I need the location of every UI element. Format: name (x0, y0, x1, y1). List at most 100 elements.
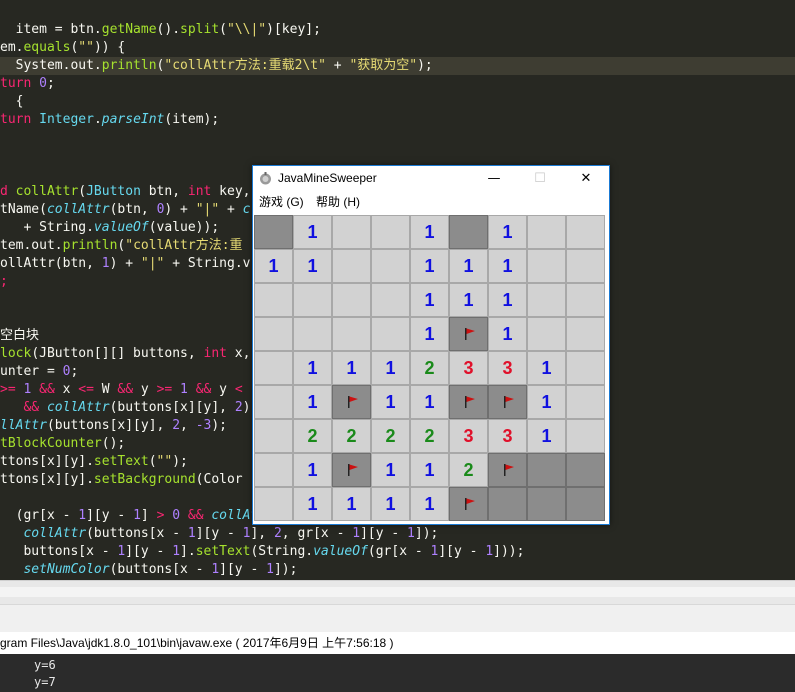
flag-icon (465, 498, 475, 510)
cell-empty[interactable] (293, 283, 332, 317)
cell-number[interactable]: 1 (293, 249, 332, 283)
cell-empty[interactable] (566, 317, 605, 351)
cell-closed[interactable] (254, 215, 293, 249)
cell-number[interactable]: 1 (371, 351, 410, 385)
cell-number[interactable]: 1 (293, 487, 332, 521)
horizontal-scrollbar[interactable] (0, 580, 795, 605)
window-titlebar[interactable]: JavaMineSweeper — ☐ ✕ (253, 166, 609, 191)
cell-number[interactable]: 1 (527, 385, 566, 419)
cell-number[interactable]: 2 (410, 351, 449, 385)
cell-flagged[interactable] (332, 385, 371, 419)
cell-empty[interactable] (254, 317, 293, 351)
cell-flagged[interactable] (449, 385, 488, 419)
code-line: ttons[x][y].setBackground(Color (0, 472, 243, 487)
cell-closed[interactable] (527, 453, 566, 487)
cell-number[interactable]: 2 (410, 419, 449, 453)
cell-number[interactable]: 1 (254, 249, 293, 283)
cell-empty[interactable] (566, 351, 605, 385)
minimize-button[interactable]: — (471, 166, 517, 191)
cell-number[interactable]: 1 (371, 385, 410, 419)
cell-empty[interactable] (566, 215, 605, 249)
cell-empty[interactable] (371, 317, 410, 351)
cell-empty[interactable] (527, 215, 566, 249)
cell-number[interactable]: 3 (488, 351, 527, 385)
cell-number[interactable]: 1 (527, 419, 566, 453)
cell-number[interactable]: 1 (449, 249, 488, 283)
cell-empty[interactable] (527, 249, 566, 283)
cell-flagged[interactable] (488, 453, 527, 487)
cell-empty[interactable] (254, 487, 293, 521)
cell-number[interactable]: 1 (293, 453, 332, 487)
cell-empty[interactable] (332, 283, 371, 317)
cell-empty[interactable] (566, 419, 605, 453)
cell-number[interactable]: 1 (488, 283, 527, 317)
console-process-header: gram Files\Java\jdk1.8.0_101\bin\javaw.e… (0, 632, 795, 655)
cell-number[interactable]: 1 (410, 487, 449, 521)
cell-empty[interactable] (254, 453, 293, 487)
cell-number[interactable]: 3 (449, 351, 488, 385)
cell-empty[interactable] (254, 385, 293, 419)
cell-number[interactable]: 1 (332, 351, 371, 385)
cell-flagged[interactable] (332, 453, 371, 487)
maximize-button[interactable]: ☐ (517, 166, 563, 191)
cell-empty[interactable] (254, 419, 293, 453)
cell-flagged[interactable] (449, 487, 488, 521)
cell-empty[interactable] (371, 249, 410, 283)
console-output[interactable]: y=6 y=7 (0, 654, 795, 692)
cell-number[interactable]: 1 (293, 215, 332, 249)
cell-closed[interactable] (527, 487, 566, 521)
cell-flagged[interactable] (449, 317, 488, 351)
cell-empty[interactable] (527, 283, 566, 317)
cell-number[interactable]: 1 (410, 215, 449, 249)
cell-empty[interactable] (332, 249, 371, 283)
close-button[interactable]: ✕ (563, 166, 609, 191)
cell-empty[interactable] (293, 317, 332, 351)
cell-closed[interactable] (449, 215, 488, 249)
cell-empty[interactable] (566, 249, 605, 283)
cell-number[interactable]: 2 (332, 419, 371, 453)
cell-closed[interactable] (566, 487, 605, 521)
cell-number[interactable]: 1 (410, 283, 449, 317)
cell-number[interactable]: 1 (293, 351, 332, 385)
cell-number[interactable]: 1 (332, 487, 371, 521)
cell-closed[interactable] (566, 453, 605, 487)
cell-number[interactable]: 1 (410, 249, 449, 283)
cell-empty[interactable] (254, 351, 293, 385)
cell-empty[interactable] (332, 215, 371, 249)
cell-empty[interactable] (527, 317, 566, 351)
cell-number[interactable]: 3 (488, 419, 527, 453)
cell-empty[interactable] (371, 215, 410, 249)
cell-number[interactable]: 1 (410, 453, 449, 487)
menu-help[interactable]: 帮助 (H) (316, 191, 360, 213)
cell-empty[interactable] (566, 385, 605, 419)
cell-number[interactable]: 2 (293, 419, 332, 453)
code-line: { (0, 94, 24, 109)
cell-number[interactable]: 1 (527, 351, 566, 385)
code-line: && collAttr(buttons[x][y], 2) (23, 400, 251, 415)
cell-closed[interactable] (488, 487, 527, 521)
minesweeper-window: JavaMineSweeper — ☐ ✕ 游戏 (G) 帮助 (H) 1111… (252, 165, 610, 525)
cell-number[interactable]: 1 (410, 317, 449, 351)
menu-game[interactable]: 游戏 (G) (259, 191, 304, 213)
cell-number[interactable]: 3 (449, 419, 488, 453)
cell-empty[interactable] (332, 317, 371, 351)
cell-number[interactable]: 1 (488, 317, 527, 351)
minefield-grid: 111111111111111123311111222233111121111 (254, 215, 606, 522)
cell-number[interactable]: 1 (488, 249, 527, 283)
scrollbar-thumb[interactable] (0, 587, 795, 597)
cell-number[interactable]: 1 (371, 487, 410, 521)
cell-number[interactable]: 1 (371, 453, 410, 487)
cell-empty[interactable] (254, 283, 293, 317)
cell-number[interactable]: 2 (449, 453, 488, 487)
flag-icon (348, 464, 358, 476)
cell-empty[interactable] (371, 283, 410, 317)
cell-flagged[interactable] (488, 385, 527, 419)
menu-bar: 游戏 (G) 帮助 (H) (253, 191, 609, 213)
cell-number[interactable]: 1 (488, 215, 527, 249)
cell-number[interactable]: 2 (371, 419, 410, 453)
cell-number[interactable]: 1 (410, 385, 449, 419)
cell-number[interactable]: 1 (449, 283, 488, 317)
cell-number[interactable]: 1 (293, 385, 332, 419)
cell-empty[interactable] (566, 283, 605, 317)
code-line: turn 0; (0, 76, 55, 91)
